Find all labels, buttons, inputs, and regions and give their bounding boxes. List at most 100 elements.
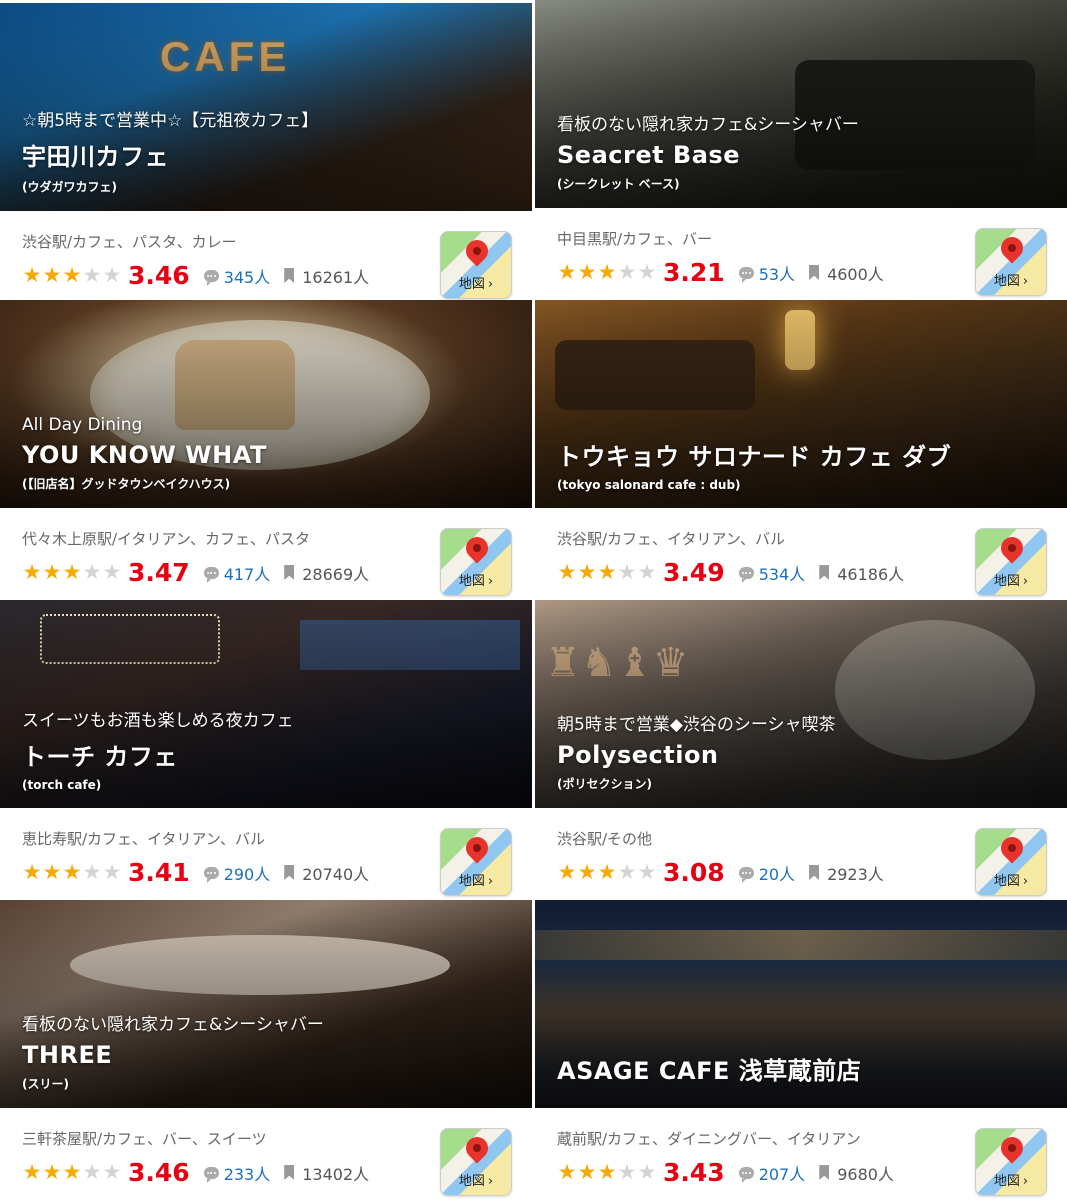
map-pin-icon <box>461 235 493 267</box>
rating-score: 3.08 <box>663 858 725 887</box>
restaurant-photo[interactable]: 看板のない隠れ家カフェ&シーシャバー THREE (スリー) <box>0 900 532 1108</box>
catch-copy: 朝5時まで営業◆渋谷のシーシャ喫茶 <box>557 715 836 735</box>
star-icon: ★ <box>22 860 42 884</box>
star-icon: ★ <box>62 560 82 584</box>
restaurant-photo[interactable]: ♜♞♝♛ 朝5時まで営業◆渋谷のシーシャ喫茶 Polysection (ポリセク… <box>535 600 1067 808</box>
restaurant-name[interactable]: YOU KNOW WHAT <box>22 441 516 469</box>
review-count[interactable]: 534人 <box>759 561 806 585</box>
star-icon: ★ <box>82 560 102 584</box>
star-icon: ★ <box>557 260 577 284</box>
restaurant-info: 渋谷駅/カフェ、パスタ、カレー ★ ★ ★ ★ ★ 3.46 345人 16261人 地… <box>0 211 532 303</box>
map-button[interactable]: 地図 › <box>975 1128 1047 1196</box>
station-genre: 三軒茶屋駅/カフェ、バー、スイーツ <box>22 1130 267 1148</box>
map-button[interactable]: 地図 › <box>975 828 1047 896</box>
map-button[interactable]: 地図 › <box>440 231 512 299</box>
restaurant-photo[interactable]: スイーツもお酒も楽しめる夜カフェ トーチ カフェ (torch cafe) <box>0 600 532 808</box>
map-button[interactable]: 地図 › <box>440 528 512 596</box>
restaurant-card[interactable]: トウキョウ サロナード カフェ ダブ (tokyo salonard cafe … <box>535 300 1067 600</box>
star-icon: ★ <box>577 1160 597 1184</box>
review-count[interactable]: 207人 <box>759 1161 806 1185</box>
rating-score: 3.43 <box>663 1158 725 1187</box>
restaurant-name[interactable]: 宇田川カフェ <box>22 137 516 172</box>
restaurant-card[interactable]: ASAGE CAFE 浅草蔵前店 蔵前駅/カフェ、ダイニングバー、イタリアン ★… <box>535 900 1067 1200</box>
star-icon: ★ <box>577 260 597 284</box>
restaurant-photo[interactable]: トウキョウ サロナード カフェ ダブ (tokyo salonard cafe … <box>535 300 1067 508</box>
star-rating: ★ ★ ★ ★ ★ <box>557 862 657 883</box>
star-icon: ★ <box>22 263 42 287</box>
catch-copy: ☆朝5時まで営業中☆【元祖夜カフェ】 <box>22 111 319 131</box>
catch-copy: 看板のない隠れ家カフェ&シーシャバー <box>22 1015 324 1035</box>
restaurant-kana: (ウダガワカフェ) <box>22 180 117 194</box>
catch-copy: スイーツもお酒も楽しめる夜カフェ <box>22 711 294 731</box>
review-count[interactable]: 417人 <box>224 561 271 585</box>
map-button[interactable]: 地図 › <box>975 228 1047 296</box>
restaurant-photo[interactable]: ASAGE CAFE 浅草蔵前店 <box>535 900 1067 1108</box>
restaurant-name[interactable]: トーチ カフェ <box>22 737 516 772</box>
map-pin-icon <box>461 1132 493 1164</box>
star-icon: ★ <box>102 263 122 287</box>
review-count[interactable]: 53人 <box>759 261 795 285</box>
restaurant-card[interactable]: All Day Dining YOU KNOW WHAT (【旧店名】グッドタウ… <box>0 300 532 600</box>
star-icon: ★ <box>102 860 122 884</box>
star-rating: ★ ★ ★ ★ ★ <box>22 862 122 883</box>
chevron-right-icon: › <box>487 574 494 589</box>
restaurant-info: 渋谷駅/その他 ★ ★ ★ ★ ★ 3.08 20人 2923人 地図 › <box>535 808 1067 900</box>
star-icon: ★ <box>637 260 657 284</box>
save-count: 13402人 <box>302 1164 370 1184</box>
map-button[interactable]: 地図 › <box>975 528 1047 596</box>
review-count[interactable]: 290人 <box>224 861 271 885</box>
rating-stats: ★ ★ ★ ★ ★ 3.08 20人 2923人 <box>557 858 884 887</box>
restaurant-name[interactable]: ASAGE CAFE 浅草蔵前店 <box>557 1051 1051 1086</box>
save-count: 46186人 <box>837 564 905 584</box>
chevron-right-icon: › <box>487 277 494 292</box>
restaurant-list: CAFE ☆朝5時まで営業中☆【元祖夜カフェ】 宇田川カフェ (ウダガワカフェ)… <box>0 0 1067 1200</box>
review-count[interactable]: 345人 <box>224 264 271 288</box>
bookmark-icon <box>284 268 295 283</box>
review-bubble-icon <box>203 866 219 883</box>
star-rating: ★ ★ ★ ★ ★ <box>557 562 657 583</box>
review-count[interactable]: 233人 <box>224 1161 271 1185</box>
rating-score: 3.49 <box>663 558 725 587</box>
restaurant-photo[interactable]: All Day Dining YOU KNOW WHAT (【旧店名】グッドタウ… <box>0 300 532 508</box>
chevron-right-icon: › <box>487 1174 494 1189</box>
star-icon: ★ <box>42 560 62 584</box>
star-icon: ★ <box>617 560 637 584</box>
map-label: 地図 <box>993 574 1020 589</box>
restaurant-card[interactable]: ♜♞♝♛ 朝5時まで営業◆渋谷のシーシャ喫茶 Polysection (ポリセク… <box>535 600 1067 900</box>
bookmark-icon <box>819 1165 830 1180</box>
star-icon: ★ <box>62 263 82 287</box>
restaurant-card[interactable]: CAFE ☆朝5時まで営業中☆【元祖夜カフェ】 宇田川カフェ (ウダガワカフェ)… <box>0 3 532 303</box>
star-icon: ★ <box>557 560 577 584</box>
star-icon: ★ <box>637 860 657 884</box>
map-button[interactable]: 地図 › <box>440 828 512 896</box>
restaurant-info: 渋谷駅/カフェ、イタリアン、バル ★ ★ ★ ★ ★ 3.49 534人 46186人 … <box>535 508 1067 600</box>
station-genre: 渋谷駅/カフェ、イタリアン、バル <box>557 530 785 548</box>
bookmark-icon <box>284 865 295 880</box>
map-pin-icon <box>461 532 493 564</box>
rating-score: 3.21 <box>663 258 725 287</box>
review-bubble-icon <box>203 1166 219 1183</box>
restaurant-name[interactable]: トウキョウ サロナード カフェ ダブ <box>557 437 1051 472</box>
restaurant-photo[interactable]: 看板のない隠れ家カフェ&シーシャバー Seacret Base (シークレット … <box>535 0 1067 208</box>
star-icon: ★ <box>62 1160 82 1184</box>
restaurant-name[interactable]: THREE <box>22 1041 516 1069</box>
map-button[interactable]: 地図 › <box>440 1128 512 1196</box>
restaurant-kana: (tokyo salonard cafe : dub) <box>557 478 741 492</box>
map-pin-icon <box>996 832 1028 864</box>
map-label: 地図 <box>458 277 485 292</box>
review-count[interactable]: 20人 <box>759 861 795 885</box>
star-icon: ★ <box>597 560 617 584</box>
restaurant-card[interactable]: 看板のない隠れ家カフェ&シーシャバー Seacret Base (シークレット … <box>535 0 1067 300</box>
restaurant-name[interactable]: Polysection <box>557 741 1051 769</box>
restaurant-info: 中目黒駅/カフェ、バー ★ ★ ★ ★ ★ 3.21 53人 4600人 地図 › <box>535 208 1067 300</box>
star-icon: ★ <box>42 1160 62 1184</box>
chevron-right-icon: › <box>487 874 494 889</box>
restaurant-card[interactable]: スイーツもお酒も楽しめる夜カフェ トーチ カフェ (torch cafe) 恵比… <box>0 600 532 900</box>
rating-score: 3.46 <box>128 261 190 290</box>
star-rating: ★ ★ ★ ★ ★ <box>22 1162 122 1183</box>
restaurant-photo[interactable]: CAFE ☆朝5時まで営業中☆【元祖夜カフェ】 宇田川カフェ (ウダガワカフェ) <box>0 3 532 211</box>
restaurant-name[interactable]: Seacret Base <box>557 141 1051 169</box>
station-genre: 恵比寿駅/カフェ、イタリアン、バル <box>22 830 265 848</box>
restaurant-card[interactable]: 看板のない隠れ家カフェ&シーシャバー THREE (スリー) 三軒茶屋駅/カフェ… <box>0 900 532 1200</box>
star-rating: ★ ★ ★ ★ ★ <box>557 1162 657 1183</box>
